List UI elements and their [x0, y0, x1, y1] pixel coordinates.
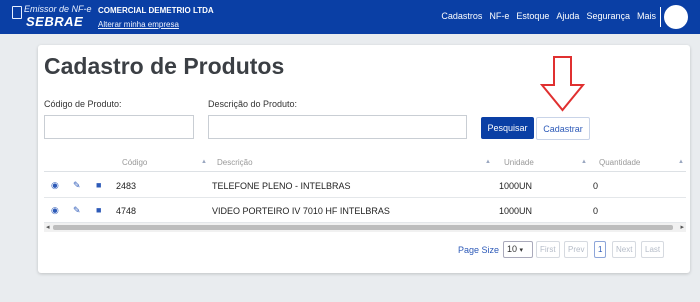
main-nav: Cadastros NF-e Estoque Ajuda Segurança M…	[441, 11, 656, 21]
nav-seguranca[interactable]: Segurança	[586, 11, 630, 21]
col-unidade[interactable]: Unidade	[504, 158, 534, 167]
document-icon	[12, 6, 22, 19]
descricao-label: Descrição do Produto:	[208, 99, 298, 109]
sort-asc-icon[interactable]: ▲	[201, 159, 207, 165]
page-title: Cadastro de Produtos	[44, 53, 285, 79]
nav-mais[interactable]: Mais	[637, 11, 656, 21]
top-navbar: Emissor de NF-e SEBRAE COMERCIAL DEMETRI…	[0, 0, 700, 34]
cell-descricao: VIDEO PORTEIRO IV 7010 HF INTELBRAS	[212, 206, 390, 216]
table-header: Código ▲ Descrição ▲ Unidade ▲ Quantidad…	[44, 154, 686, 172]
col-descricao[interactable]: Descrição	[217, 158, 253, 167]
page-size-label: Page Size	[458, 245, 500, 255]
cell-quantidade: 0	[593, 206, 599, 216]
sort-asc-icon[interactable]: ▲	[678, 159, 684, 165]
sort-asc-icon[interactable]: ▲	[581, 159, 587, 165]
descricao-input[interactable]	[208, 115, 467, 139]
cell-codigo: 2483	[116, 181, 137, 191]
trash-icon[interactable]: ■	[96, 205, 101, 215]
logo-line2: SEBRAE	[26, 14, 84, 29]
first-page-button[interactable]: First	[536, 241, 560, 258]
col-quantidade[interactable]: Quantidade	[599, 158, 640, 167]
page-1-button[interactable]: 1	[594, 241, 607, 258]
scroll-left-icon[interactable]: ◂	[46, 223, 50, 231]
create-button[interactable]: Cadastrar	[536, 117, 590, 140]
cell-quantidade: 0	[593, 181, 599, 191]
nav-divider	[660, 7, 661, 27]
codigo-input[interactable]	[44, 115, 194, 139]
search-button[interactable]: Pesquisar	[481, 117, 534, 139]
eye-icon[interactable]: ◉	[51, 205, 59, 216]
prev-page-button[interactable]: Prev	[564, 241, 589, 258]
horizontal-scrollbar[interactable]: ◂ ▸	[44, 223, 686, 232]
cell-unidade: 1000UN	[499, 206, 533, 216]
down-arrow-annotation-icon	[540, 56, 585, 112]
table-row: ◉ ✎ ■ 4748 VIDEO PORTEIRO IV 7010 HF INT…	[44, 198, 686, 223]
col-codigo[interactable]: Código	[122, 158, 147, 167]
logo-line1: Emissor de NF-e	[24, 4, 92, 14]
pencil-icon[interactable]: ✎	[73, 180, 81, 191]
change-company-link[interactable]: Alterar minha empresa	[98, 20, 179, 29]
next-page-button[interactable]: Next	[612, 241, 637, 258]
nav-nfe[interactable]: NF-e	[489, 11, 509, 21]
last-page-button[interactable]: Last	[641, 241, 665, 258]
table-row: ◉ ✎ ■ 2483 TELEFONE PLENO - INTELBRAS 10…	[44, 173, 686, 198]
user-avatar[interactable]	[664, 5, 688, 29]
nav-estoque[interactable]: Estoque	[516, 11, 549, 21]
cell-unidade: 1000UN	[499, 181, 533, 191]
scrollbar-thumb[interactable]	[53, 225, 673, 230]
sebrae-logo[interactable]: Emissor de NF-e SEBRAE	[12, 4, 92, 30]
page-size-value: 10	[507, 244, 518, 254]
company-name: COMERCIAL DEMETRIO LTDA	[98, 6, 214, 15]
eye-icon[interactable]: ◉	[51, 180, 59, 191]
cell-descricao: TELEFONE PLENO - INTELBRAS	[212, 181, 351, 191]
trash-icon[interactable]: ■	[96, 180, 101, 190]
codigo-label: Código de Produto:	[44, 99, 122, 109]
cell-codigo: 4748	[116, 206, 137, 216]
scroll-right-icon[interactable]: ▸	[680, 223, 684, 231]
chevron-down-icon: ▾	[519, 247, 524, 254]
nav-cadastros[interactable]: Cadastros	[441, 11, 482, 21]
pencil-icon[interactable]: ✎	[73, 205, 81, 216]
page-size-select[interactable]: 10 ▾	[503, 241, 533, 258]
sort-asc-icon[interactable]: ▲	[485, 159, 491, 165]
nav-ajuda[interactable]: Ajuda	[556, 11, 579, 21]
